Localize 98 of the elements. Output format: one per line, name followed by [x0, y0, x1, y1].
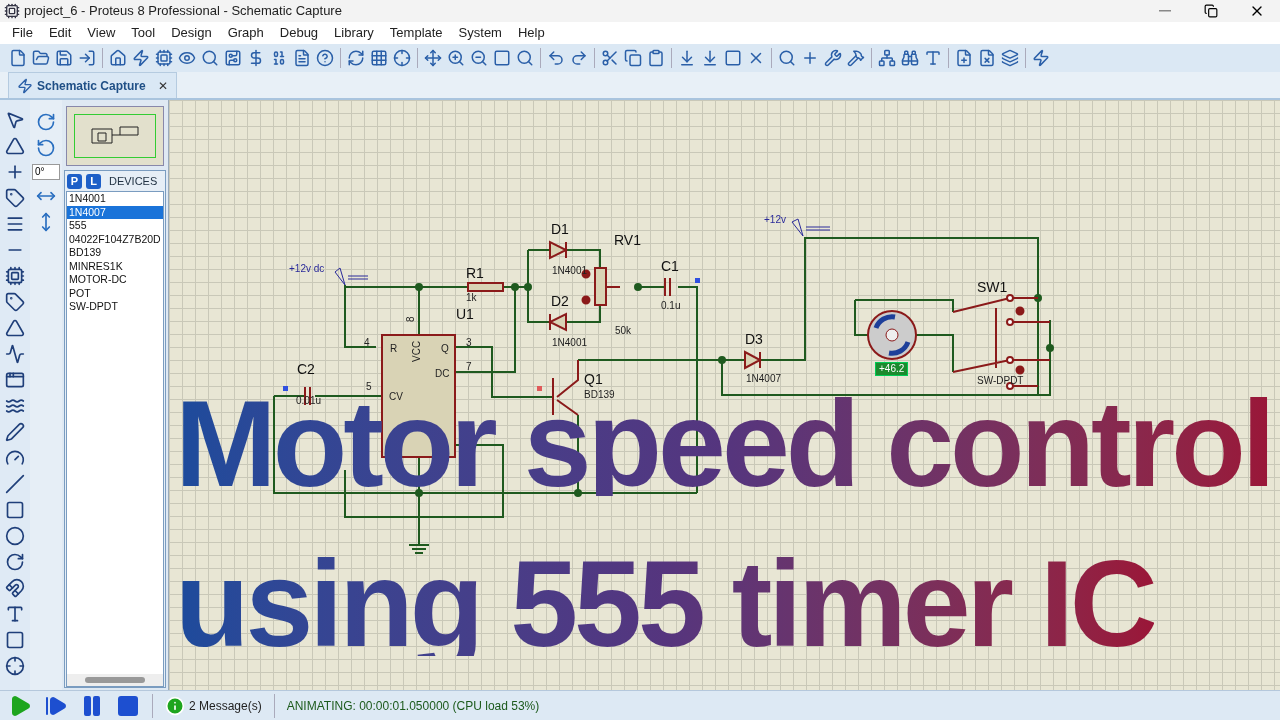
device-item[interactable]: BD139 — [67, 246, 163, 260]
schematic-label: 1N4001 — [552, 337, 588, 348]
schematic-tab[interactable]: Schematic Capture ✕ — [8, 72, 177, 98]
schematic-label: D2 — [551, 293, 569, 309]
menu-item[interactable]: System — [450, 23, 510, 43]
schematic-label: R1 — [466, 265, 484, 281]
menu-item[interactable]: Graph — [219, 23, 272, 43]
messages-count[interactable]: 2 Message(s) — [189, 696, 262, 715]
menu-item[interactable]: Design — [163, 23, 220, 43]
app-icon — [4, 3, 20, 19]
board-icon[interactable] — [223, 48, 243, 68]
schematic-label: D1 — [551, 221, 569, 237]
instrument-icon[interactable] — [5, 448, 25, 468]
rotate-anticlockwise-icon[interactable] — [36, 138, 56, 158]
window-title: project_6 - Proteus 8 Professional - Schematic Capture — [24, 2, 342, 21]
device-item[interactable]: 555 — [67, 219, 163, 233]
open-folder-icon[interactable] — [31, 48, 51, 68]
zoom-in-icon[interactable] — [446, 48, 466, 68]
redo-icon[interactable] — [569, 48, 589, 68]
delete-sheet-icon[interactable] — [977, 48, 997, 68]
schematic-label: C2 — [297, 361, 315, 377]
device-item[interactable]: POT — [67, 286, 163, 300]
menu-item[interactable]: Template — [381, 23, 451, 43]
rotation-field[interactable]: 0° — [32, 164, 60, 180]
document-icon[interactable] — [292, 48, 312, 68]
copy-icon[interactable] — [623, 48, 643, 68]
schematic-label: 3 — [466, 337, 472, 348]
simulation-status: ANIMATING: 00:00:01.050000 (CPU load 53%) — [286, 697, 540, 715]
save-icon[interactable] — [54, 48, 74, 68]
tab-label: Schematic Capture — [37, 77, 146, 95]
device-item[interactable]: 04022F104Z7B20D — [67, 232, 163, 246]
schematic-label: +12v — [764, 214, 786, 225]
overview-window[interactable] — [66, 106, 164, 166]
schematic-label: D3 — [745, 331, 763, 347]
search-icon[interactable] — [900, 48, 920, 68]
new-file-icon[interactable] — [8, 48, 28, 68]
horizontal-scrollbar[interactable] — [67, 674, 163, 686]
restore-icon — [1204, 4, 1218, 18]
schematic-label: SW-DPDT — [977, 375, 1024, 386]
schematic-label: U1 — [456, 306, 474, 322]
pick-device-button[interactable]: P — [67, 173, 82, 189]
new-sheet-icon[interactable] — [954, 48, 974, 68]
menu-item[interactable]: Library — [326, 23, 382, 43]
pointer-icon[interactable] — [5, 110, 25, 130]
grid-icon[interactable] — [369, 48, 389, 68]
chip-icon[interactable] — [154, 48, 174, 68]
schematic-label: 7 — [466, 361, 472, 372]
device-item[interactable]: SW-DPDT — [67, 300, 163, 314]
home-icon[interactable] — [108, 48, 128, 68]
rotate-clockwise-icon[interactable] — [36, 112, 56, 132]
help-icon[interactable] — [315, 48, 335, 68]
label-icon[interactable] — [5, 188, 25, 208]
graph-icon[interactable] — [5, 344, 25, 364]
menu-item[interactable]: Tool — [123, 23, 164, 43]
schematic-label: SW1 — [977, 279, 1008, 295]
schematic-label: C1 — [661, 258, 679, 274]
devices-heading: DEVICES — [109, 173, 158, 189]
menu-item[interactable]: Help — [509, 23, 553, 43]
menu-item[interactable]: Edit — [40, 23, 80, 43]
box-icon[interactable] — [5, 500, 25, 520]
schematic-label: 0.1u — [661, 300, 681, 311]
schematic-label: Q — [441, 343, 449, 354]
magnifier-icon[interactable] — [200, 48, 220, 68]
menu-item[interactable]: File — [4, 23, 41, 43]
schematic-thumbnail-drawing — [90, 125, 140, 147]
schematic-label: 1N4001 — [552, 265, 588, 276]
device-item[interactable]: 1N4007 — [67, 205, 163, 219]
schematic-label: R — [390, 343, 398, 354]
circle-icon[interactable] — [5, 526, 25, 546]
menu-item[interactable]: Debug — [271, 23, 327, 43]
undo-icon[interactable] — [546, 48, 566, 68]
schematic-label: 1k — [466, 292, 477, 303]
library-button[interactable]: L — [86, 173, 101, 189]
device-item[interactable]: 1N4001 — [67, 192, 163, 206]
schematic-label: 50k — [615, 325, 632, 336]
paste-icon[interactable] — [646, 48, 666, 68]
import-icon[interactable] — [77, 48, 97, 68]
device-item[interactable]: MOTOR-DC — [67, 273, 163, 287]
schematic-label: VCC — [411, 340, 422, 362]
tab-close[interactable]: ✕ — [157, 76, 168, 95]
schematic-label: DC — [435, 368, 450, 379]
menu-item[interactable]: View — [79, 23, 124, 43]
cut-icon[interactable] — [600, 48, 620, 68]
stop-button[interactable] — [116, 693, 140, 718]
zoom-out-icon[interactable] — [469, 48, 489, 68]
refresh-icon[interactable] — [346, 48, 366, 68]
device-item[interactable]: MINRES1K — [67, 259, 163, 273]
crosshair-icon[interactable] — [392, 48, 412, 68]
schematic-label: 4 — [364, 337, 370, 348]
minimize-icon — [1159, 10, 1171, 12]
motor-speed-reading: +46.2 — [875, 362, 909, 376]
schematic-label: 8 — [405, 316, 416, 322]
schematic-label: RV1 — [614, 232, 641, 248]
pan-icon[interactable] — [423, 48, 443, 68]
info-icon — [165, 695, 185, 716]
text-icon[interactable] — [5, 604, 25, 624]
schematic-label: +12v dc — [289, 263, 325, 274]
line-icon[interactable] — [5, 474, 25, 494]
